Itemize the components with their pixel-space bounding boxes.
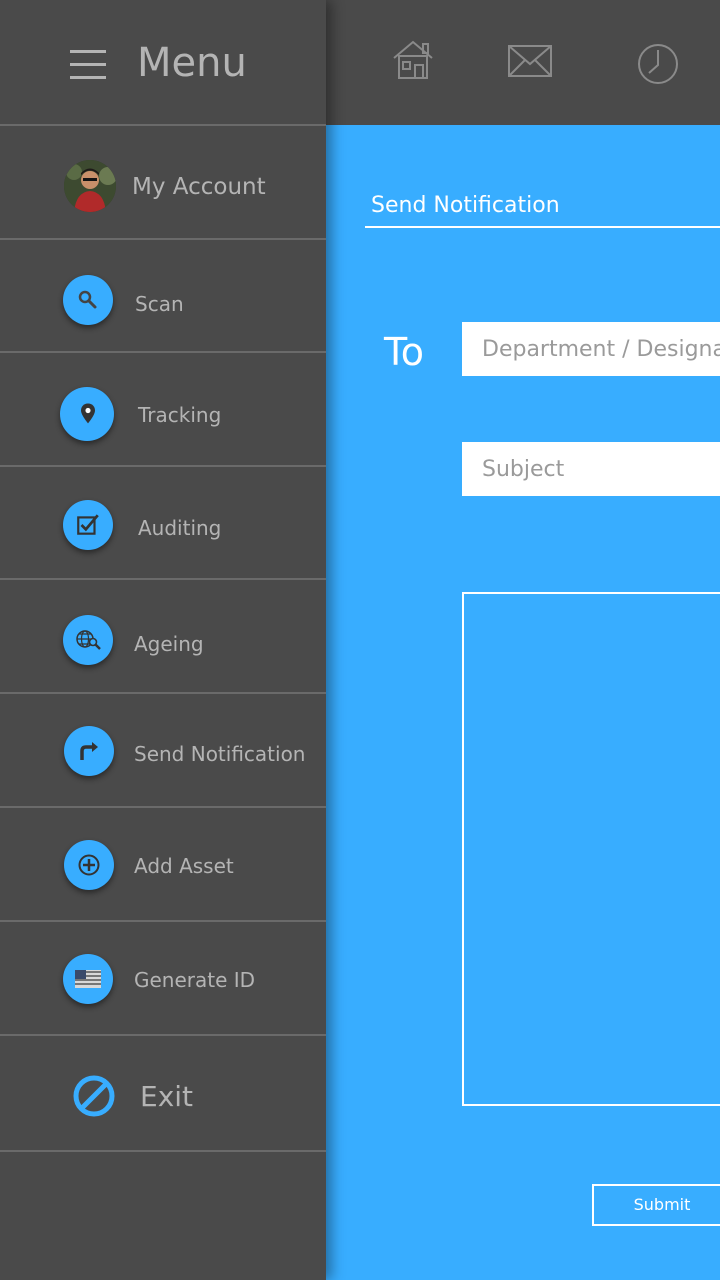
- to-label: To: [384, 330, 425, 374]
- send-notification-panel: Send Notification To Submit: [326, 125, 720, 1280]
- message-textarea[interactable]: [462, 592, 720, 1106]
- menu-item-tracking[interactable]: Tracking: [0, 353, 326, 465]
- menu-item-label: Ageing: [134, 632, 204, 656]
- my-account-label: My Account: [132, 174, 266, 200]
- forward-arrow-icon: [64, 726, 114, 776]
- hamburger-icon[interactable]: [70, 50, 106, 89]
- page-title: Send Notification: [371, 193, 560, 218]
- mail-icon[interactable]: [507, 44, 553, 82]
- search-icon: [63, 275, 113, 325]
- plus-circle-icon: [64, 840, 114, 890]
- subject-input[interactable]: [462, 442, 720, 496]
- menu-item-add-asset[interactable]: Add Asset: [0, 808, 326, 920]
- side-menu: Menu My Account Scan Tracking Auditing A…: [0, 0, 326, 1280]
- divider: [0, 1150, 326, 1152]
- title-underline: [365, 226, 720, 228]
- menu-item-auditing[interactable]: Auditing: [0, 467, 326, 579]
- menu-item-send-notification[interactable]: Send Notification: [0, 694, 326, 806]
- clock-icon[interactable]: [636, 42, 680, 90]
- menu-item-scan[interactable]: Scan: [0, 240, 326, 352]
- menu-item-ageing[interactable]: Ageing: [0, 580, 326, 692]
- flag-icon: [63, 954, 113, 1004]
- recipient-input[interactable]: [462, 322, 720, 376]
- exit-label: Exit: [140, 1080, 194, 1113]
- menu-title: Menu: [137, 40, 247, 86]
- checkbox-icon: [63, 500, 113, 550]
- menu-item-label: Send Notification: [134, 742, 306, 766]
- menu-item-label: Add Asset: [134, 854, 234, 878]
- menu-item-label: Tracking: [138, 403, 222, 427]
- menu-item-label: Auditing: [138, 516, 222, 540]
- no-entry-icon: [72, 1074, 116, 1122]
- menu-item-label: Generate ID: [134, 968, 256, 992]
- globe-search-icon: [63, 615, 113, 665]
- submit-button[interactable]: Submit: [592, 1184, 720, 1226]
- menu-item-label: Scan: [135, 292, 184, 316]
- avatar: [64, 160, 116, 212]
- menu-item-generate-id[interactable]: Generate ID: [0, 922, 326, 1034]
- map-pin-icon: [60, 387, 114, 441]
- home-icon[interactable]: [390, 38, 436, 86]
- menu-header: Menu: [0, 0, 326, 125]
